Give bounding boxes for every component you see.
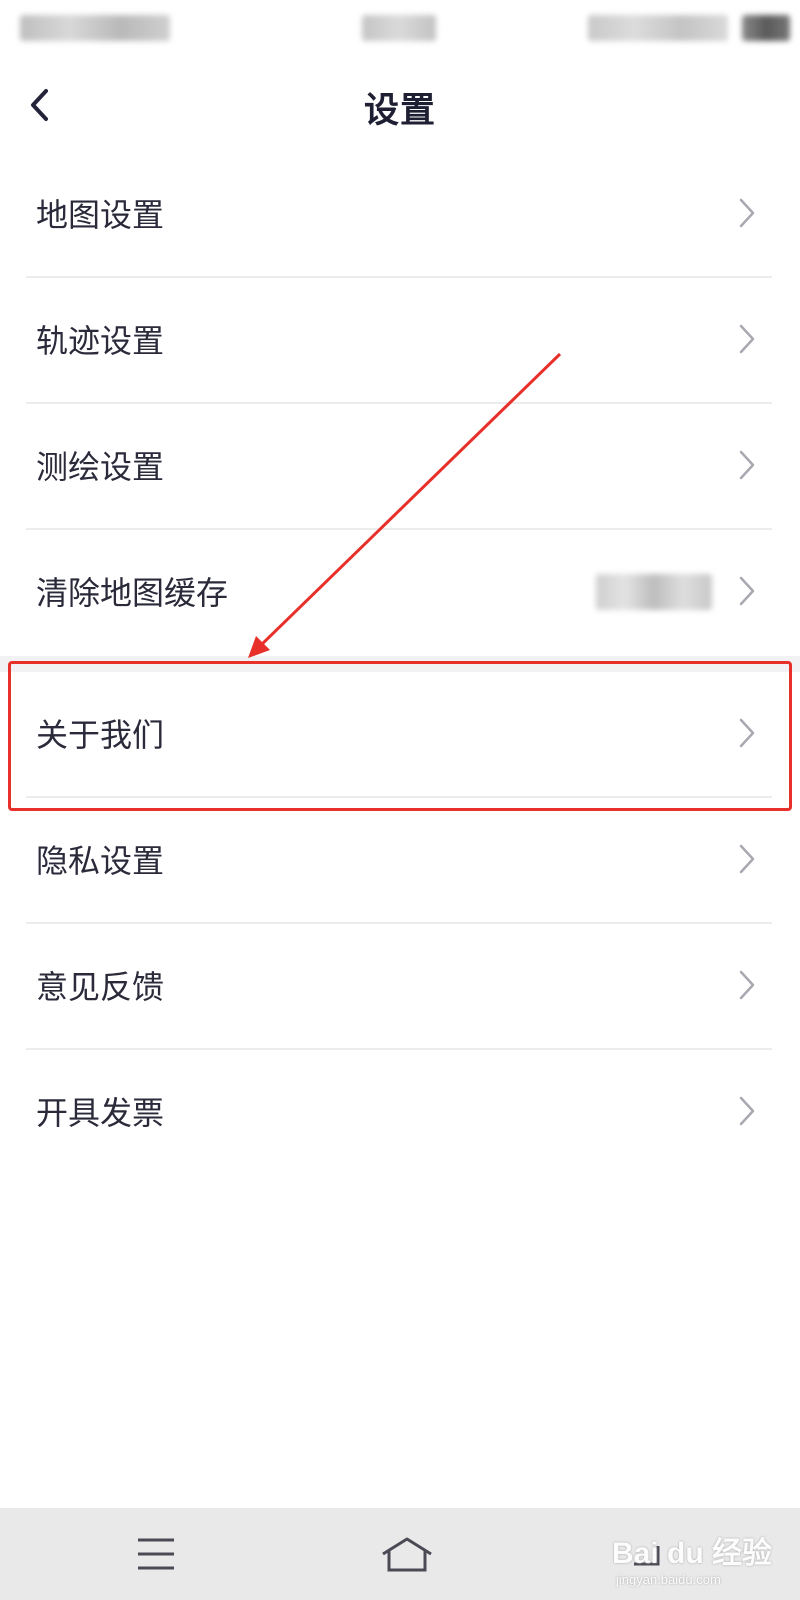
header: 设置 — [0, 56, 800, 152]
baidu-jingyan-watermark: Bai du 经验 jingyan.baidu.com — [612, 1528, 792, 1592]
status-icons-blurred — [588, 15, 728, 41]
settings-list: 地图设置 轨迹设置 测绘设置 清除地图缓存 关于我们 隐私设置 意见反馈 开具发… — [0, 152, 800, 1176]
section-gap — [0, 656, 800, 672]
chevron-right-icon — [739, 324, 755, 354]
settings-item-privacy[interactable]: 隐私设置 — [0, 798, 800, 924]
carrier-signal-blurred — [20, 15, 170, 41]
page-title: 设置 — [363, 91, 436, 131]
settings-item-label: 隐私设置 — [36, 842, 165, 880]
settings-item-label: 轨迹设置 — [36, 322, 165, 360]
chevron-right-icon — [739, 970, 755, 1000]
settings-item-label: 地图设置 — [36, 196, 165, 234]
chevron-right-icon — [739, 198, 755, 228]
menu-icon — [138, 1538, 174, 1570]
chevron-right-icon — [739, 844, 755, 874]
chevron-right-icon — [739, 450, 755, 480]
settings-item-feedback[interactable]: 意见反馈 — [0, 924, 800, 1050]
nav-menu-button[interactable] — [116, 1526, 196, 1582]
settings-item-label: 测绘设置 — [36, 448, 165, 486]
settings-item-about-us[interactable]: 关于我们 — [0, 672, 800, 798]
chevron-right-icon — [739, 718, 755, 748]
watermark-main: Bai du 经验 — [612, 1537, 773, 1570]
status-bar — [0, 0, 800, 56]
chevron-right-icon — [739, 576, 755, 606]
cache-size-blurred — [596, 574, 712, 610]
settings-item-survey[interactable]: 测绘设置 — [0, 404, 800, 530]
watermark-sub: jingyan.baidu.com — [616, 1572, 721, 1587]
settings-item-map[interactable]: 地图设置 — [0, 152, 800, 278]
battery-icon — [742, 15, 790, 41]
clock-blurred — [362, 15, 436, 41]
settings-item-label: 开具发票 — [36, 1094, 165, 1132]
settings-item-label: 意见反馈 — [36, 968, 165, 1006]
chevron-right-icon — [739, 1096, 755, 1126]
settings-item-invoice[interactable]: 开具发票 — [0, 1050, 800, 1176]
nav-home-button[interactable] — [360, 1526, 440, 1582]
settings-item-label: 清除地图缓存 — [36, 574, 229, 612]
home-icon — [382, 1537, 432, 1572]
settings-item-label: 关于我们 — [36, 716, 165, 754]
settings-item-clear-cache[interactable]: 清除地图缓存 — [0, 530, 800, 656]
settings-item-track[interactable]: 轨迹设置 — [0, 278, 800, 404]
